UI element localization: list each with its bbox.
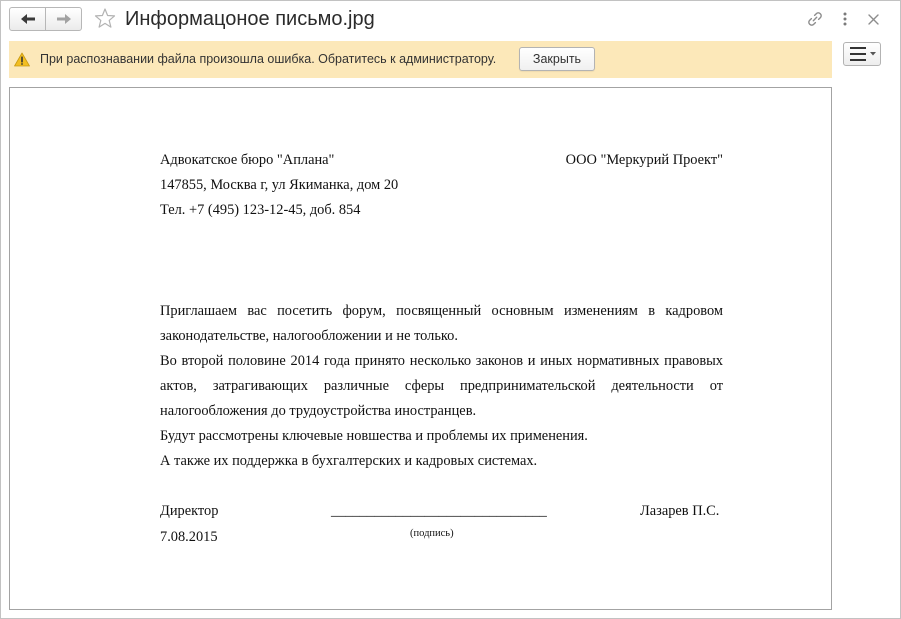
- link-icon: [808, 12, 822, 26]
- body-line: Во второй половине 2014 года принято нес…: [160, 353, 723, 369]
- arrow-left-icon: [20, 14, 35, 24]
- close-button[interactable]: [866, 12, 881, 26]
- body-line: Приглашаем вас посетить форум, посвященн…: [160, 303, 723, 319]
- signer-position: Директор: [160, 503, 219, 519]
- letter-date: 7.08.2015: [160, 529, 218, 545]
- sender-address: 147855, Москва г, ул Якиманка, дом 20: [160, 177, 399, 193]
- signature-line: ______________________________: [331, 503, 547, 519]
- favorite-button[interactable]: [94, 8, 116, 30]
- image-viewer-window: Информацоное письмо.jpg При распознавани…: [0, 0, 901, 619]
- close-icon: [868, 13, 879, 25]
- body-line: Будут рассмотрены ключевые новшества и п…: [160, 428, 588, 444]
- letter-document: Адвокатское бюро "Аплана" ООО "Меркурий …: [10, 88, 831, 609]
- warning-icon: [14, 52, 30, 67]
- recipient-name: ООО "Меркурий Проект": [565, 152, 723, 168]
- signature-caption: (подпись): [410, 528, 454, 539]
- notification-bar: При распознавании файла произошла ошибка…: [9, 41, 832, 78]
- back-button[interactable]: [9, 7, 46, 31]
- body-line: А также их поддержка в бухгалтерских и к…: [160, 453, 538, 469]
- window-title: Информацоное письмо.jpg: [125, 8, 375, 30]
- caret-down-icon: [870, 52, 876, 56]
- sender-phone: Тел. +7 (495) 123-12-45, доб. 854: [160, 202, 361, 218]
- more-vertical-icon: [843, 12, 847, 26]
- body-line: налогообложения до трудоустройства иност…: [160, 403, 477, 419]
- close-notification-button[interactable]: Закрыть: [519, 47, 595, 71]
- arrow-right-icon: [56, 14, 71, 24]
- star-icon: [94, 8, 116, 28]
- notification-message: При распознавании файла произошла ошибка…: [40, 52, 497, 66]
- form-menu-button[interactable]: [843, 42, 881, 66]
- forward-button[interactable]: [45, 7, 82, 31]
- more-actions-button[interactable]: [840, 11, 850, 27]
- signer-name: Лазарев П.С.: [640, 503, 720, 519]
- image-preview: Адвокатское бюро "Аплана" ООО "Меркурий …: [9, 87, 832, 610]
- copy-link-button[interactable]: [806, 10, 824, 28]
- body-line: актов, затрагивающих различные сферы пре…: [160, 378, 723, 394]
- body-line: законодательстве, налогообложении и не т…: [160, 328, 458, 344]
- hamburger-menu-icon: [850, 47, 866, 61]
